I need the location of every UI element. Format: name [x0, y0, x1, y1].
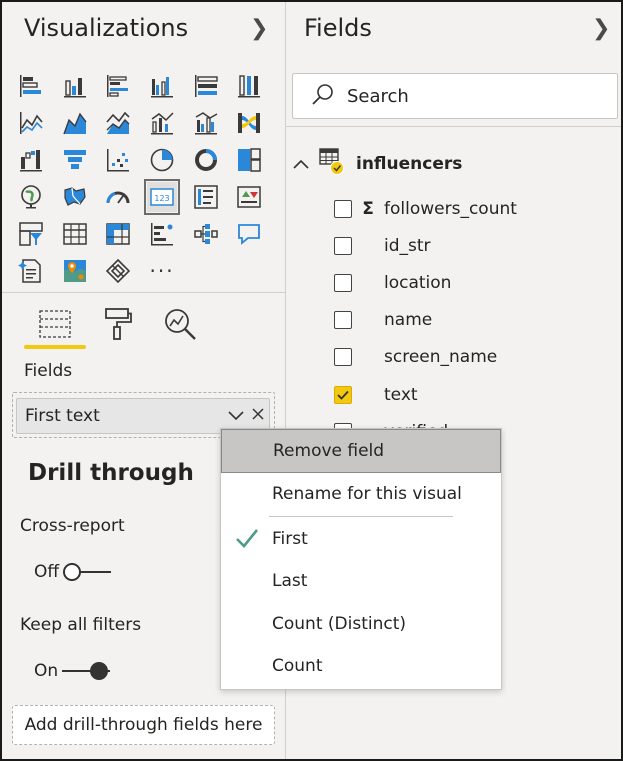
field-label: id_str	[384, 236, 431, 256]
field-item[interactable]: screen_name	[334, 347, 497, 367]
field-item[interactable]: text	[334, 385, 418, 405]
kpi-icon[interactable]	[234, 182, 264, 212]
field-item[interactable]: id_str	[334, 236, 431, 256]
field-checkbox[interactable]	[334, 311, 352, 329]
sigma-icon: Σ	[362, 199, 374, 219]
smart-narrative-icon[interactable]	[16, 256, 46, 286]
waterfall-chart-icon[interactable]	[16, 145, 46, 175]
fields-search-box[interactable]	[292, 73, 618, 119]
menu-item-first[interactable]: First	[221, 517, 501, 561]
app-frame: Visualizations ❯ 123 ··· Fields First te…	[0, 0, 623, 761]
multi-row-card-icon[interactable]	[191, 182, 221, 212]
cross-report-label: Cross-report	[20, 516, 125, 536]
100-percent-stacked-bar-chart-icon[interactable]	[191, 71, 221, 101]
field-label: screen_name	[384, 347, 498, 367]
stacked-area-chart-icon[interactable]	[103, 108, 133, 138]
field-checkbox-checked[interactable]	[334, 386, 352, 404]
search-input[interactable]	[347, 85, 587, 107]
treemap-icon[interactable]	[234, 145, 264, 175]
ribbon-chart-icon[interactable]	[234, 108, 264, 138]
field-pill-label: First text	[25, 406, 100, 426]
line-and-stacked-column-chart-icon[interactable]	[147, 108, 177, 138]
power-apps-icon[interactable]	[103, 256, 133, 286]
table-name: influencers	[356, 154, 463, 174]
field-checkbox[interactable]	[334, 348, 352, 366]
field-label: text	[384, 385, 418, 405]
field-label: name	[384, 310, 433, 330]
clustered-column-chart-icon[interactable]	[147, 71, 177, 101]
field-label: location	[384, 273, 452, 293]
cross-report-toggle[interactable]: Off	[34, 562, 112, 582]
menu-item-remove-field[interactable]: Remove field	[221, 429, 501, 473]
cross-report-state-label: Off	[34, 562, 60, 582]
card-visual-icon[interactable]: 123	[144, 179, 181, 215]
collapse-visualizations-chevron-icon[interactable]: ❯	[250, 16, 268, 41]
keep-all-filters-state-label: On	[34, 661, 59, 681]
field-checkbox[interactable]	[334, 274, 352, 292]
chevron-up-icon[interactable]	[292, 155, 310, 174]
stacked-bar-chart-icon[interactable]	[16, 71, 46, 101]
toggle-track	[63, 563, 112, 581]
clustered-bar-chart-icon[interactable]	[103, 71, 133, 101]
fields-section-label: Fields	[24, 361, 73, 381]
slicer-icon[interactable]	[16, 219, 46, 249]
toggle-track	[62, 662, 111, 680]
keep-all-filters-toggle[interactable]: On	[34, 661, 111, 681]
table-influencers[interactable]: influencers	[292, 146, 462, 182]
donut-chart-icon[interactable]	[191, 145, 221, 175]
menu-item-count[interactable]: Count	[221, 644, 501, 688]
funnel-chart-icon[interactable]	[60, 145, 90, 175]
arcgis-map-icon[interactable]	[60, 256, 90, 286]
checkmark-icon	[235, 527, 259, 554]
drill-through-heading: Drill through	[28, 460, 194, 486]
analytics-magnifier-icon[interactable]	[160, 304, 200, 344]
pie-chart-icon[interactable]	[147, 145, 177, 175]
area-chart-icon[interactable]	[60, 108, 90, 138]
filled-map-icon[interactable]	[60, 182, 90, 212]
fields-title: Fields	[304, 14, 372, 42]
fields-tab-icon[interactable]	[35, 304, 75, 344]
menu-item-last[interactable]: Last	[221, 559, 501, 603]
menu-item-count-distinct[interactable]: Count (Distinct)	[221, 602, 501, 646]
line-and-clustered-column-chart-icon[interactable]	[191, 108, 221, 138]
more-visuals-icon[interactable]: ···	[147, 256, 177, 286]
field-item[interactable]: name	[334, 310, 432, 330]
decomposition-tree-icon[interactable]	[191, 219, 221, 249]
table-icon	[318, 146, 344, 182]
field-checkbox[interactable]	[334, 200, 352, 218]
collapse-fields-chevron-icon[interactable]: ❯	[592, 16, 610, 41]
toggle-knob	[90, 662, 109, 680]
drill-through-drop-zone[interactable]: Add drill-through fields here	[12, 705, 275, 745]
field-label: followers_count	[384, 199, 517, 219]
toggle-knob	[63, 563, 82, 581]
menu-item-rename-for-this-visual[interactable]: Rename for this visual	[221, 472, 501, 516]
active-tab-indicator	[24, 345, 86, 349]
fields-separator	[286, 126, 621, 127]
keep-all-filters-label: Keep all filters	[20, 615, 142, 635]
visualizations-separator	[2, 292, 285, 293]
format-paint-roller-icon[interactable]	[98, 304, 138, 344]
svg-text:123: 123	[154, 194, 169, 203]
chevron-down-icon[interactable]	[225, 406, 247, 426]
matrix-visual-icon[interactable]	[103, 219, 133, 249]
table-visual-icon[interactable]	[60, 219, 90, 249]
scatter-chart-icon[interactable]	[103, 145, 133, 175]
field-context-menu: Remove field Rename for this visual Firs…	[220, 428, 502, 690]
stacked-column-chart-icon[interactable]	[60, 71, 90, 101]
map-icon[interactable]	[16, 182, 46, 212]
field-item[interactable]: location	[334, 273, 451, 293]
field-item[interactable]: Σ followers_count	[334, 199, 517, 219]
gauge-icon[interactable]	[103, 182, 133, 212]
line-chart-icon[interactable]	[16, 108, 46, 138]
search-icon	[311, 82, 335, 110]
visualizations-title: Visualizations	[24, 14, 189, 42]
visual-type-gallery: 123 ···	[16, 71, 276, 293]
100-percent-stacked-column-chart-icon[interactable]	[234, 71, 264, 101]
close-icon[interactable]	[247, 406, 269, 426]
qna-visual-icon[interactable]	[234, 219, 264, 249]
field-checkbox[interactable]	[334, 237, 352, 255]
key-influencers-icon[interactable]	[147, 219, 177, 249]
